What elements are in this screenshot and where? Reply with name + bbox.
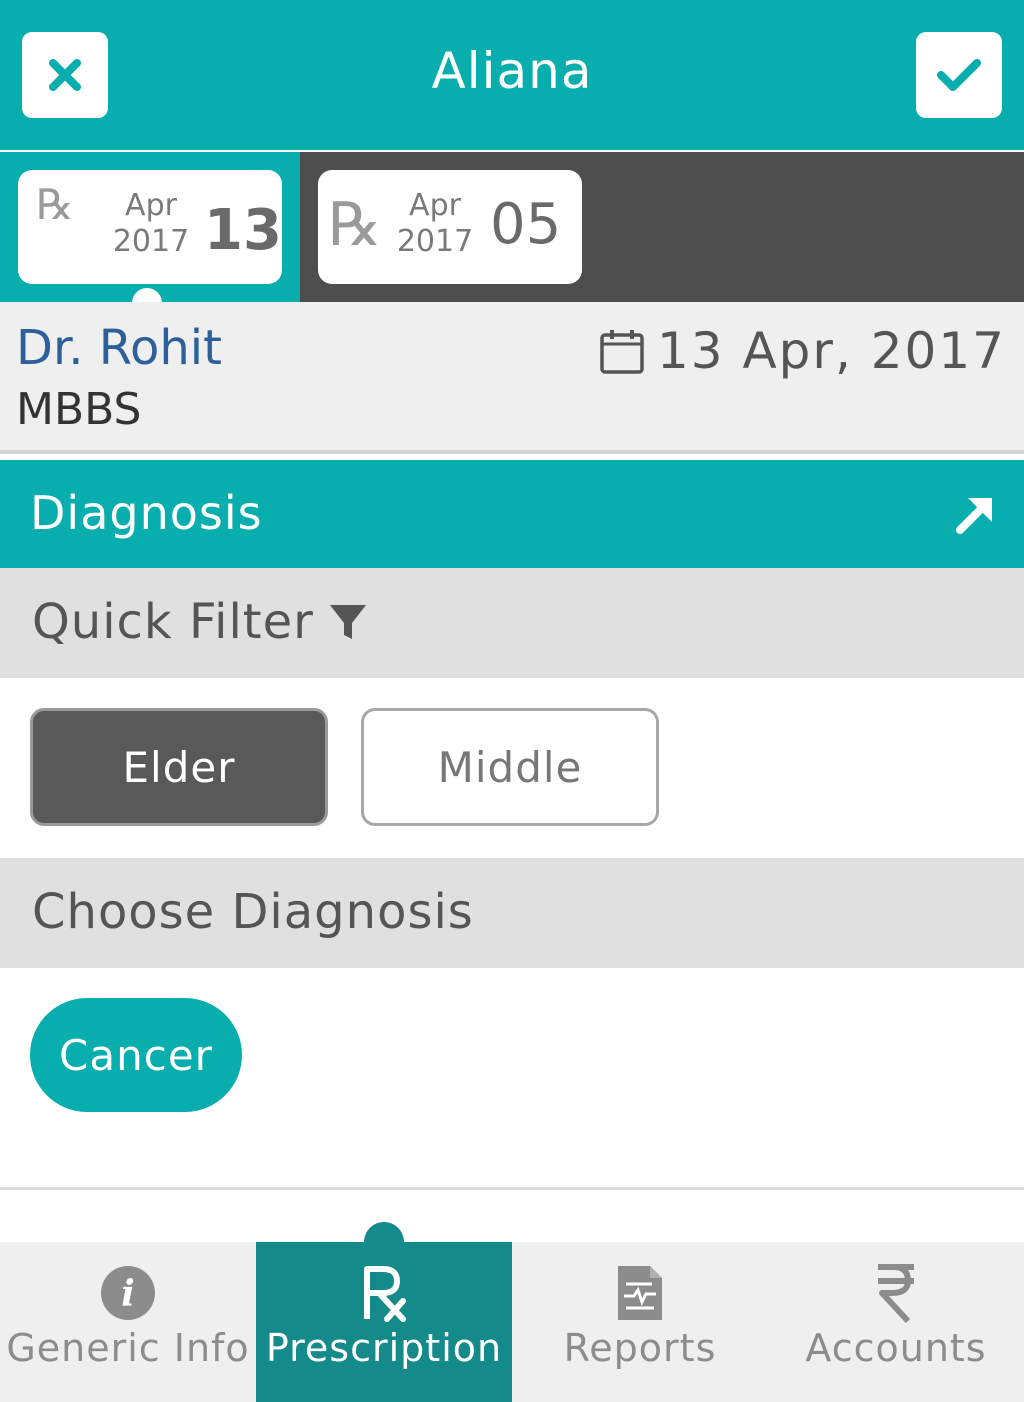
rupee-icon bbox=[768, 1262, 1024, 1324]
rx-day: 13 bbox=[204, 198, 282, 263]
rx-month: Apr bbox=[409, 188, 461, 223]
confirm-button[interactable] bbox=[916, 32, 1002, 118]
diagnosis-options: Cancer bbox=[0, 968, 1024, 1190]
quick-filter-header: Quick Filter bbox=[0, 568, 1024, 678]
rx-year: 2017 bbox=[112, 224, 190, 259]
filter-options: Elder Middle bbox=[0, 678, 1024, 858]
prescription-tab-2[interactable]: ℞ Apr 2017 05 bbox=[318, 170, 582, 284]
expand-arrow-icon[interactable] bbox=[954, 492, 998, 540]
bottom-navigation: i Generic Info Prescription Reports Acco… bbox=[0, 1242, 1024, 1402]
active-nav-notch bbox=[364, 1222, 404, 1244]
prescription-tabs: ℞ Apr 2017 13 ℞ Apr 2017 05 bbox=[0, 152, 1024, 304]
report-icon bbox=[512, 1262, 768, 1324]
diagnosis-header[interactable]: Diagnosis bbox=[0, 460, 1024, 568]
nav-item-accounts[interactable]: Accounts bbox=[768, 1242, 1024, 1402]
calendar-icon bbox=[599, 327, 645, 375]
patient-name-title: Aliana bbox=[431, 42, 593, 100]
quick-filter-label: Quick Filter bbox=[32, 594, 314, 650]
rx-symbol: ℞ bbox=[36, 180, 74, 229]
filter-icon[interactable] bbox=[328, 601, 368, 643]
check-icon bbox=[937, 59, 981, 91]
svg-text:i: i bbox=[121, 1273, 135, 1315]
rx-symbol: ℞ bbox=[328, 190, 382, 260]
prescription-date: 13 Apr, 2017 bbox=[599, 322, 1006, 380]
date-text: 13 Apr, 2017 bbox=[656, 322, 1006, 380]
rx-year: 2017 bbox=[396, 224, 474, 259]
doctor-info: Dr. Rohit MBBS 13 Apr, 2017 bbox=[0, 302, 1024, 454]
diagnosis-chip-cancer[interactable]: Cancer bbox=[30, 998, 242, 1112]
filter-chip-middle[interactable]: Middle bbox=[361, 708, 659, 826]
doctor-degree: MBBS bbox=[16, 384, 142, 435]
nav-label: Reports bbox=[563, 1326, 717, 1370]
nav-item-prescription[interactable]: Prescription bbox=[256, 1242, 512, 1402]
nav-item-generic-info[interactable]: i Generic Info bbox=[0, 1242, 256, 1402]
rx-icon bbox=[256, 1262, 512, 1324]
doctor-name: Dr. Rohit bbox=[16, 320, 222, 376]
filter-chip-elder[interactable]: Elder bbox=[30, 708, 328, 826]
nav-item-reports[interactable]: Reports bbox=[512, 1242, 768, 1402]
rx-month: Apr bbox=[125, 188, 177, 223]
rx-day: 05 bbox=[490, 192, 562, 257]
nav-label: Prescription bbox=[265, 1326, 503, 1370]
app-header: Aliana bbox=[0, 0, 1024, 150]
prescription-tab-1[interactable]: ℞ Apr 2017 13 bbox=[18, 170, 282, 284]
choose-diagnosis-header: Choose Diagnosis bbox=[0, 858, 1024, 968]
diagnosis-title: Diagnosis bbox=[30, 486, 263, 540]
choose-diagnosis-label: Choose Diagnosis bbox=[32, 884, 474, 940]
nav-label: Generic Info bbox=[6, 1326, 250, 1370]
nav-label: Accounts bbox=[805, 1326, 987, 1370]
info-icon: i bbox=[0, 1262, 256, 1324]
